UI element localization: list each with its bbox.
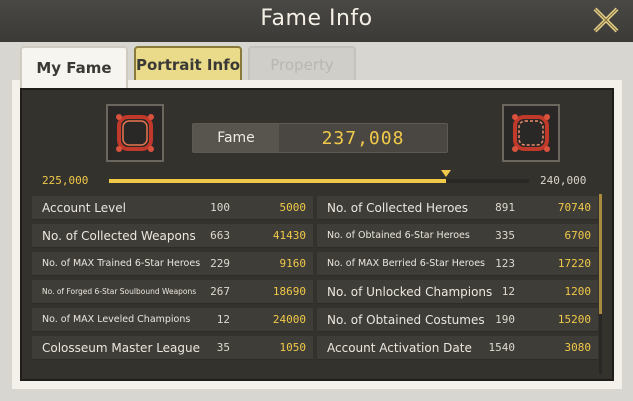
stat-points: 70740 (557, 201, 591, 214)
stat-row: No. of MAX Berried 6-Star Heroes 123 17220 (317, 252, 598, 276)
stat-row: Account Level 100 5000 (32, 196, 313, 220)
stat-points: 15200 (557, 313, 591, 326)
stat-label: No. of Forged 6-Star Soulbound Weapons (42, 287, 197, 296)
progress-marker-icon (441, 170, 451, 177)
stat-label: Account Activation Date (327, 341, 472, 355)
stat-label: No. of MAX Berried 6-Star Heroes (327, 258, 485, 269)
fame-info-window: Fame Info My Fame Portrait Info Property (0, 0, 633, 401)
stat-points: 24000 (272, 313, 306, 326)
scrollbar-thumb[interactable] (599, 194, 602, 314)
fame-progress-fill (109, 179, 446, 183)
tab-property[interactable]: Property (248, 46, 356, 84)
portrait-frame-icon[interactable] (106, 104, 164, 162)
stat-row: No. of Unlocked Champions 12 1200 (317, 280, 598, 304)
stat-row: Colosseum Master League 35 1050 (32, 336, 313, 360)
stat-row: No. of MAX Leveled Champions 12 24000 (32, 308, 313, 332)
stat-row: No. of Obtained 6-Star Heroes 335 6700 (317, 224, 598, 248)
stat-points: 5000 (279, 201, 307, 214)
stat-row: No. of Obtained Costumes 190 15200 (317, 308, 598, 332)
stat-row: No. of Collected Heroes 891 70740 (317, 196, 598, 220)
stat-points: 9160 (279, 257, 307, 270)
stat-points: 1200 (564, 285, 592, 298)
stat-points: 41430 (272, 229, 306, 242)
stat-label: No. of Collected Heroes (327, 201, 469, 215)
stat-label: No. of MAX Trained 6-Star Heroes (42, 258, 201, 269)
stat-points: 6700 (564, 229, 592, 242)
stats-scrollbar[interactable] (599, 194, 602, 374)
stat-count: 12 (216, 313, 230, 326)
fame-content: Fame 237,008 225,000 240,000 Account Lev… (20, 88, 614, 381)
stat-count: 663 (210, 229, 230, 242)
stat-count: 100 (210, 201, 230, 214)
fame-stats-table: Account Level 100 5000 No. of Collected Wea… (32, 194, 598, 374)
fame-value: 237,008 (321, 127, 405, 149)
stat-points: 1050 (279, 341, 307, 354)
stat-count: 267 (210, 285, 230, 298)
stat-label: No. of Obtained 6-Star Heroes (327, 230, 470, 241)
stat-count: 229 (210, 257, 230, 270)
title-bar: Fame Info (0, 0, 633, 43)
fame-progress-bar (109, 170, 529, 183)
stat-points: 18690 (272, 285, 306, 298)
fame-label: Fame (193, 124, 279, 152)
fame-bar-min: 225,000 (42, 174, 89, 187)
stat-count: 1540 (488, 341, 516, 354)
stat-label: No. of Unlocked Champions (327, 285, 493, 299)
stat-label: No. of MAX Leveled Champions (42, 314, 191, 325)
stat-count: 35 (216, 341, 230, 354)
my-fame-panel: Fame 237,008 225,000 240,000 Account Lev… (12, 80, 622, 389)
stat-count: 12 (501, 285, 515, 298)
tab-portrait-info[interactable]: Portrait Info (134, 46, 242, 84)
stat-row: No. of MAX Trained 6-Star Heroes 229 9160 (32, 252, 313, 276)
stat-count: 123 (495, 257, 515, 270)
stat-label: Account Level (42, 201, 126, 215)
close-icon[interactable] (589, 3, 623, 37)
stat-label: Colosseum Master League (42, 341, 201, 355)
stat-count: 335 (495, 229, 515, 242)
stat-row: Account Activation Date 1540 3080 (317, 336, 598, 360)
portrait-frame-icon[interactable] (502, 104, 560, 162)
stat-points: 17220 (557, 257, 591, 270)
window-title: Fame Info (260, 6, 373, 31)
stat-points: 3080 (564, 341, 592, 354)
stat-row: No. of Forged 6-Star Soulbound Weapons 26… (32, 280, 313, 304)
fame-total: Fame 237,008 (192, 123, 448, 153)
stat-count: 891 (495, 201, 515, 214)
stat-label: No. of Collected Weapons (42, 229, 196, 243)
tab-my-fame[interactable]: My Fame (20, 46, 128, 88)
stat-label: No. of Obtained Costumes (327, 313, 485, 327)
fame-bar-max: 240,000 (540, 174, 587, 187)
stat-row: No. of Collected Weapons 663 41430 (32, 224, 313, 248)
stat-count: 190 (495, 313, 515, 326)
